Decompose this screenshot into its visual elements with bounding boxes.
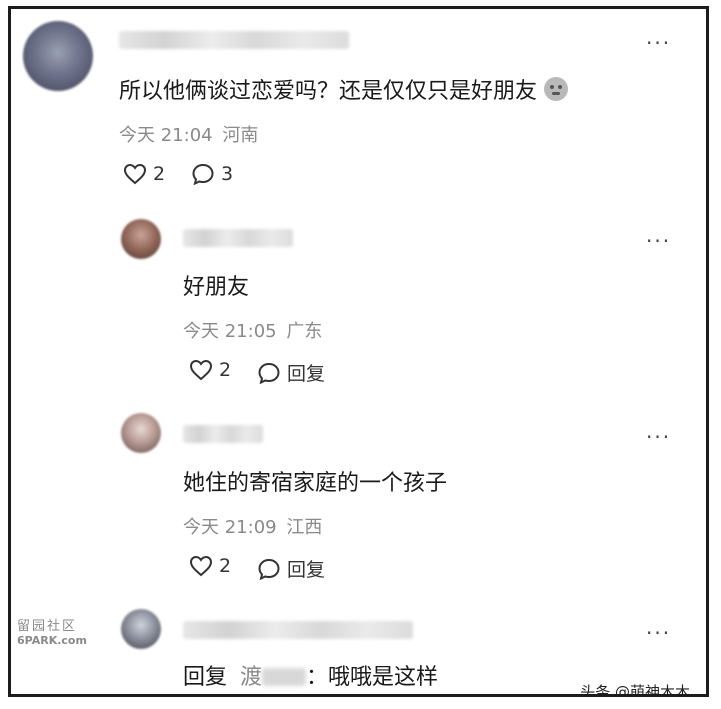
comment-bubble-icon — [192, 163, 214, 185]
timestamp: 今天 21:04 — [119, 125, 213, 146]
author-watermark: 头条 @萌神木木 — [580, 683, 690, 697]
reply-target[interactable]: 渡 — [240, 665, 262, 690]
reply-label: 回复 — [287, 363, 326, 385]
reply-count-button[interactable]: 3 — [191, 163, 233, 185]
avatar[interactable] — [121, 609, 161, 649]
site-watermark: 留园社区 6PARK.com — [17, 619, 87, 647]
avatar[interactable] — [23, 21, 93, 91]
like-button[interactable]: 2 — [189, 359, 231, 381]
like-count: 2 — [219, 555, 232, 577]
timestamp: 今天 21:05 — [183, 321, 277, 342]
reply-label: 回复 — [287, 559, 326, 581]
avatar[interactable] — [121, 219, 161, 259]
like-button[interactable]: 2 — [123, 163, 165, 185]
emoji-icon — [544, 77, 569, 101]
heart-icon — [123, 163, 147, 185]
comment-text: 所以他俩谈过恋爱吗？还是仅仅只是好朋友 — [119, 73, 569, 105]
reply-target-blurred — [262, 668, 307, 686]
more-options-button[interactable]: ··· — [646, 623, 671, 643]
avatar[interactable] — [121, 413, 161, 453]
location: 河南 — [222, 125, 259, 146]
more-options-button[interactable]: ··· — [646, 231, 671, 251]
comment-text: 回复 渡 ：哦哦是这样 — [183, 659, 438, 691]
comment-bubble-icon — [258, 362, 280, 384]
comment-meta: 今天 21:04 河南 — [119, 121, 258, 147]
location: 江西 — [286, 517, 323, 538]
comment-text: 她住的寄宿家庭的一个孩子 — [183, 471, 448, 496]
reply-text: ：哦哦是这样 — [306, 665, 439, 690]
more-options-button[interactable]: ··· — [646, 427, 671, 447]
timestamp: 今天 21:09 — [183, 517, 277, 538]
reply-button[interactable]: 回复 — [257, 359, 325, 386]
username-blurred[interactable] — [183, 425, 263, 443]
username-blurred[interactable] — [183, 621, 413, 639]
comment-bubble-icon — [258, 558, 280, 580]
like-button[interactable]: 2 — [189, 555, 231, 577]
username-blurred[interactable] — [119, 31, 349, 49]
like-count: 2 — [153, 163, 166, 185]
heart-icon — [189, 555, 213, 577]
comment-meta: 今天 21:09 江西 — [183, 513, 322, 539]
reply-prefix: 回复 — [183, 665, 228, 690]
username-blurred[interactable] — [183, 229, 293, 247]
reply-button[interactable]: 回复 — [257, 555, 325, 582]
more-options-button[interactable]: ··· — [646, 33, 671, 53]
like-count: 2 — [219, 359, 232, 381]
comment-meta: 今天 21:05 广东 — [183, 317, 322, 343]
heart-icon — [189, 359, 213, 381]
reply-count: 3 — [221, 163, 234, 185]
comment-thread: ··· 所以他俩谈过恋爱吗？还是仅仅只是好朋友 今天 21:04 河南 2 3 … — [8, 6, 709, 697]
comment-text: 好朋友 — [183, 275, 250, 300]
location: 广东 — [286, 321, 323, 342]
